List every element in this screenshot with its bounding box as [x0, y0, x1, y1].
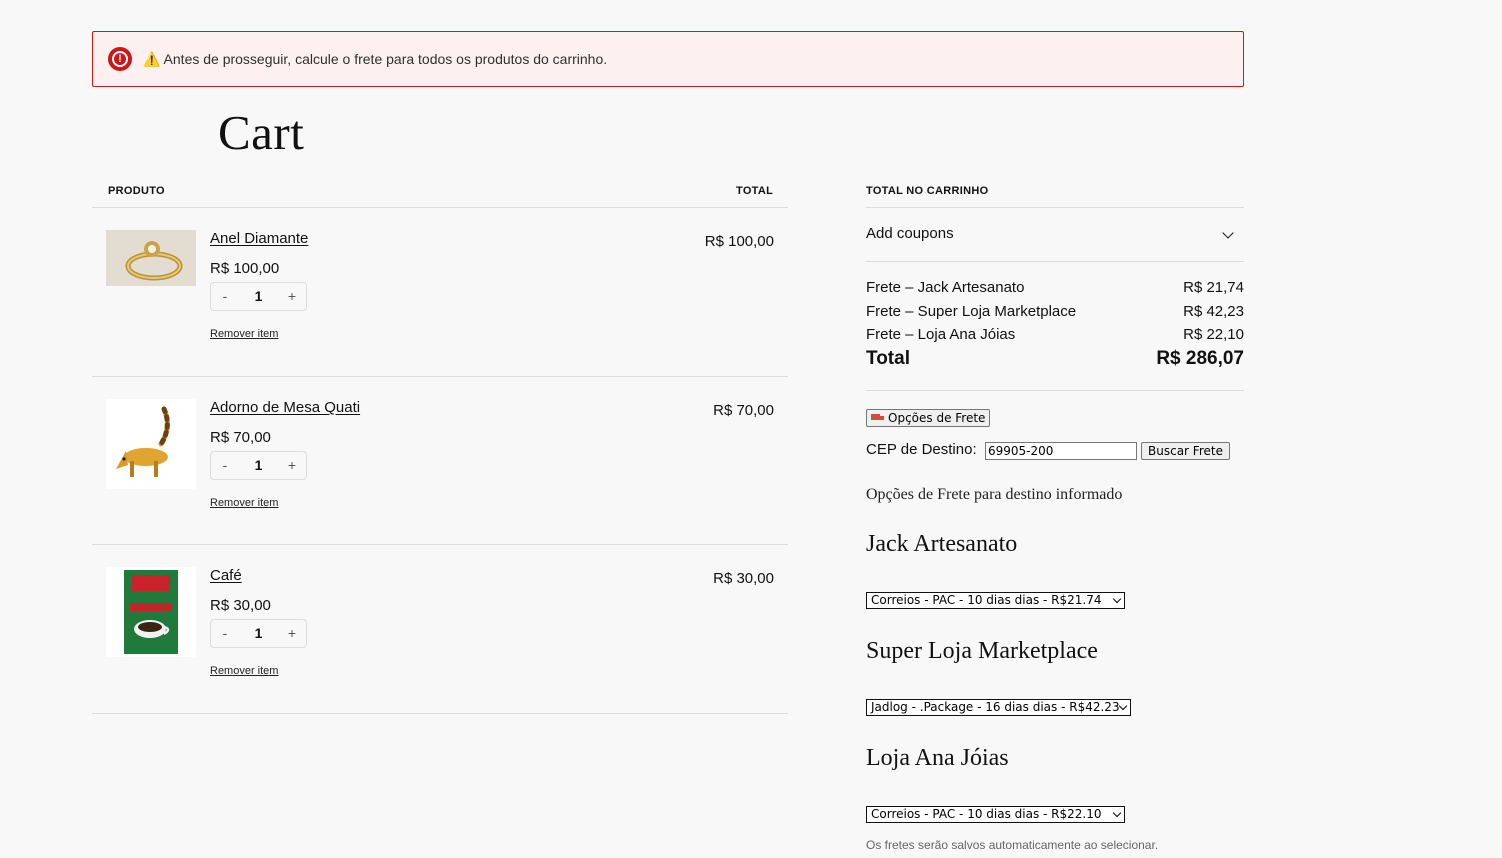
add-coupons-label: Add coupons — [866, 225, 954, 242]
shipping-options-button[interactable]: Opções de Frete — [866, 409, 991, 427]
error-icon — [108, 47, 132, 71]
quantity-stepper: - 1 + — [210, 282, 307, 311]
product-price: R$ 30,00 — [210, 597, 271, 614]
product-image-coffee[interactable] — [106, 567, 196, 657]
fee-value: R$ 21,74 — [1183, 279, 1244, 296]
remove-item-link[interactable]: Remover item — [210, 497, 278, 509]
cep-label: CEP de Destino: — [866, 441, 977, 458]
shipping-warning-notice: ⚠️ Antes de prosseguir, calcule o frete … — [92, 31, 1244, 87]
notice-text: ⚠️ Antes de prosseguir, calcule o frete … — [143, 51, 608, 67]
add-coupons-toggle[interactable]: Add coupons — [866, 225, 1244, 249]
summary-heading: TOTAL NO CARRINHO — [866, 185, 989, 197]
product-image-ring[interactable] — [106, 230, 196, 286]
column-header-total: TOTAL — [736, 185, 774, 197]
chevron-down-icon — [1222, 227, 1234, 239]
search-shipping-button[interactable]: Buscar Frete — [1141, 442, 1230, 460]
increase-quantity-button[interactable]: + — [278, 620, 306, 647]
remove-item-link[interactable]: Remover item — [210, 328, 278, 340]
column-header-product: PRODUTO — [108, 185, 165, 197]
total-value: R$ 286,07 — [1156, 348, 1244, 369]
remove-item-link[interactable]: Remover item — [210, 665, 278, 677]
store-name: Super Loja Marketplace — [866, 638, 1098, 664]
divider — [866, 261, 1244, 262]
product-link[interactable]: Adorno de Mesa Quati — [210, 399, 360, 416]
increase-quantity-button[interactable]: + — [278, 283, 306, 310]
divider — [92, 376, 788, 377]
store-name: Jack Artesanato — [866, 531, 1018, 557]
decrease-quantity-button[interactable]: - — [211, 452, 239, 479]
product-link[interactable]: Anel Diamante — [210, 230, 308, 247]
item-total: R$ 70,00 — [713, 402, 774, 419]
fee-row: Frete – Jack Artesanato R$ 21,74 — [866, 279, 1244, 296]
shipping-select[interactable]: Correios - PAC - 10 dias dias - R$21.74 — [866, 592, 1125, 609]
decrease-quantity-button[interactable]: - — [211, 283, 239, 310]
divider — [866, 390, 1244, 391]
divider — [866, 207, 1244, 208]
product-price: R$ 100,00 — [210, 260, 280, 277]
shipping-select[interactable]: Correios - PAC - 10 dias dias - R$22.10 — [866, 806, 1125, 823]
quantity-input[interactable]: 1 — [239, 620, 278, 647]
shipping-options-title: Opções de Frete para destino informado — [866, 486, 1123, 503]
product-image-quati[interactable] — [106, 399, 196, 489]
autosave-note: Os fretes serão salvos automaticamente a… — [866, 838, 1159, 852]
divider — [92, 207, 788, 208]
divider — [92, 544, 788, 545]
fee-label: Frete – Super Loja Marketplace — [866, 303, 1077, 320]
fee-value: R$ 42,23 — [1183, 303, 1244, 320]
shipping-options-label: Opções de Frete — [888, 411, 986, 425]
divider — [92, 713, 788, 714]
cart-item: Anel Diamante R$ 100,00 - 1 + Remover it… — [92, 230, 788, 398]
increase-quantity-button[interactable]: + — [278, 452, 306, 479]
total-row: Total R$ 286,07 — [866, 348, 1244, 370]
fee-value: R$ 22,10 — [1183, 326, 1244, 343]
product-link[interactable]: Café — [210, 567, 242, 584]
truck-icon — [871, 414, 884, 422]
decrease-quantity-button[interactable]: - — [211, 620, 239, 647]
quantity-input[interactable]: 1 — [239, 283, 278, 310]
cart-item: Adorno de Mesa Quati R$ 70,00 - 1 + Remo… — [92, 399, 788, 567]
fee-label: Frete – Loja Ana Jóias — [866, 326, 1016, 343]
fee-row: Frete – Loja Ana Jóias R$ 22,10 — [866, 326, 1244, 343]
quantity-input[interactable]: 1 — [239, 452, 278, 479]
page-title: Cart — [218, 105, 305, 160]
cart-item: Café R$ 30,00 - 1 + Remover item R$ 30,0… — [92, 567, 788, 735]
store-name: Loja Ana Jóias — [866, 745, 1009, 771]
quantity-stepper: - 1 + — [210, 451, 307, 480]
total-label: Total — [866, 348, 910, 369]
product-price: R$ 70,00 — [210, 429, 271, 446]
shipping-select[interactable]: Jadlog - .Package - 16 dias dias - R$42.… — [866, 699, 1131, 716]
item-total: R$ 100,00 — [704, 233, 774, 250]
fee-row: Frete – Super Loja Marketplace R$ 42,23 — [866, 303, 1244, 320]
fee-label: Frete – Jack Artesanato — [866, 279, 1025, 296]
quantity-stepper: - 1 + — [210, 619, 307, 648]
item-total: R$ 30,00 — [713, 570, 774, 587]
cep-input[interactable] — [985, 442, 1137, 460]
